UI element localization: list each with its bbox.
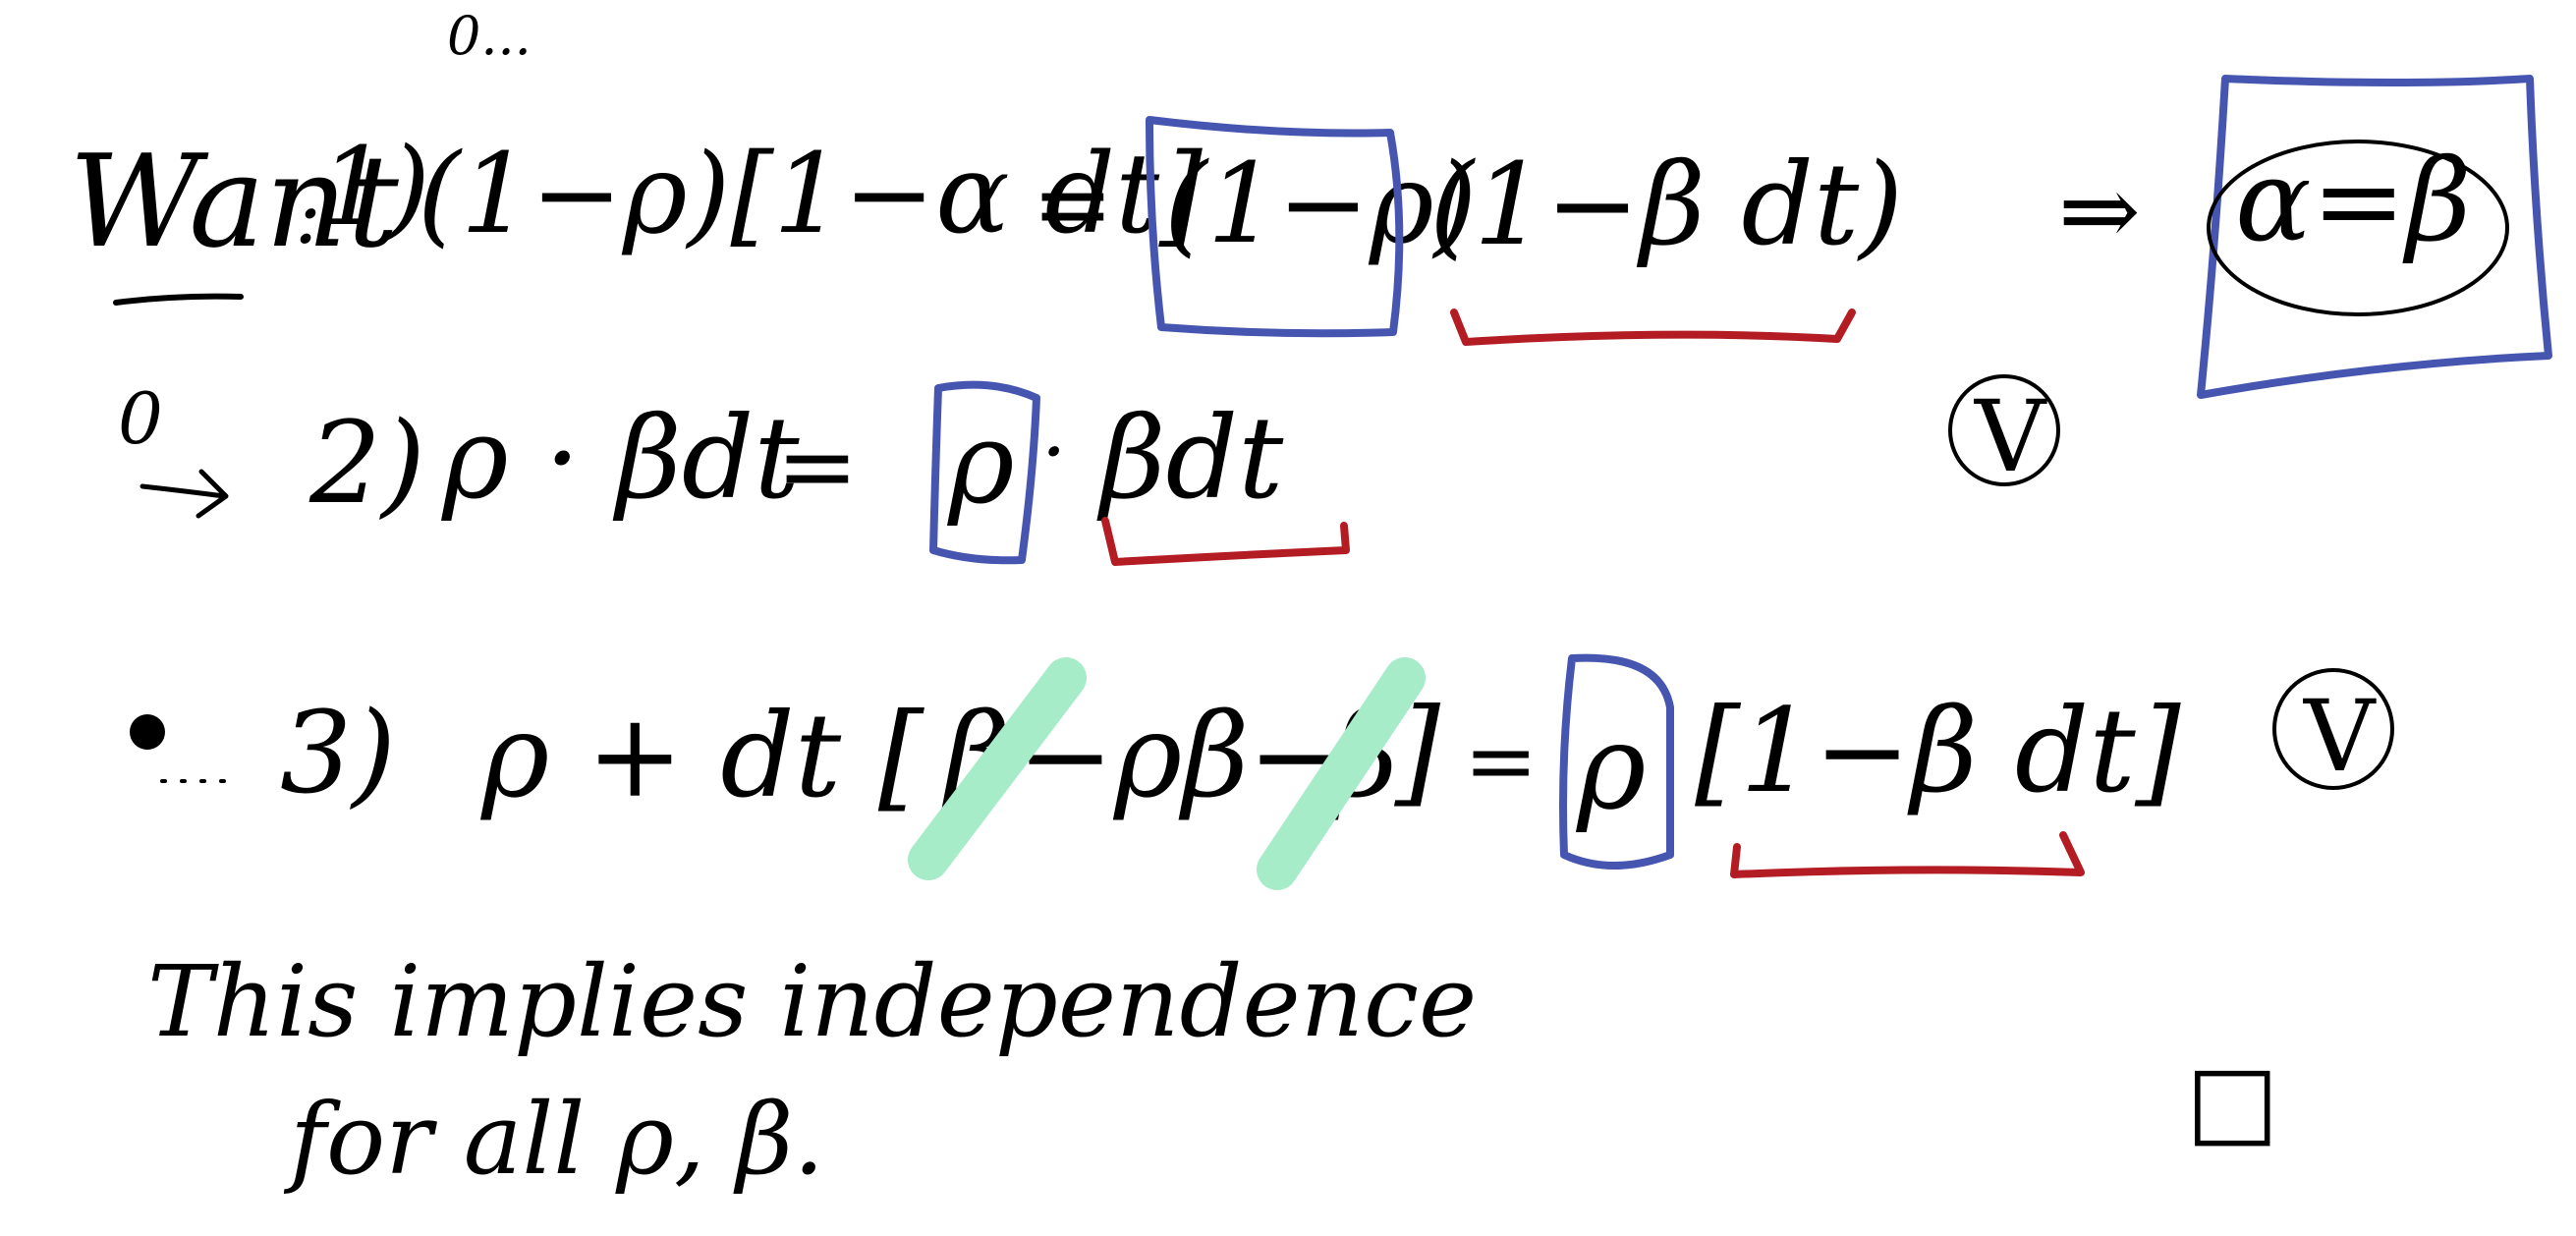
want-underline	[113, 293, 244, 306]
box-result	[2197, 75, 2552, 399]
underbrace-line-3	[1730, 831, 2085, 878]
box-line-1	[1146, 116, 1404, 338]
result-ellipse	[2207, 140, 2509, 316]
margin-arrow	[140, 469, 229, 519]
underbrace-line-2	[1101, 517, 1350, 566]
box-line-2	[929, 380, 1040, 565]
underbrace-line-1	[1450, 309, 1856, 346]
strike-highlight-1	[908, 657, 1087, 880]
strike-highlight-2	[1257, 657, 1426, 890]
whiteboard-canvas: 0... Want : 1) (1−ρ)[1−α dt] = (1−ρ) (1−…	[0, 0, 2576, 1236]
check-circle-line-3	[2272, 668, 2394, 790]
annotation-layer	[113, 75, 2552, 890]
check-circle-line-2	[1948, 374, 2060, 486]
filled-dot-mark	[130, 714, 165, 750]
box-line-3	[1559, 653, 1675, 870]
